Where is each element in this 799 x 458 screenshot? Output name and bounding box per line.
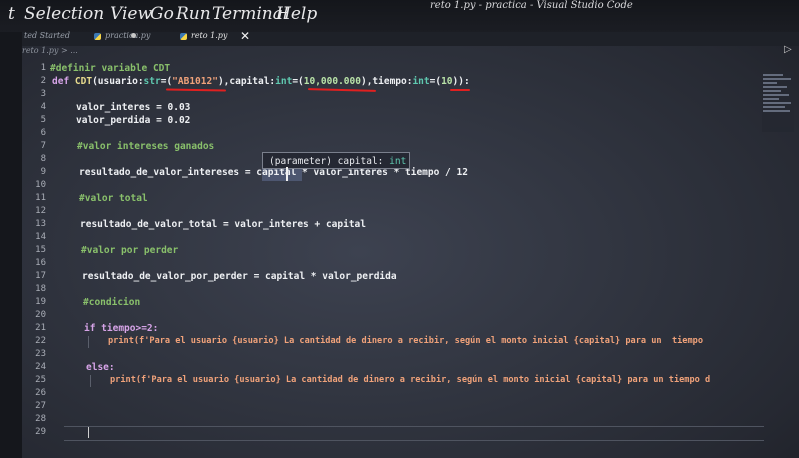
tooltip-text: (parameter) capital: <box>269 156 384 167</box>
line-number: 19 <box>35 297 46 307</box>
line-number: 4 <box>40 102 46 112</box>
code-token: =( <box>160 76 173 87</box>
code-line[interactable]: #valor por perder <box>81 245 178 256</box>
parameter-hover-tooltip: (parameter) capital: int <box>262 152 410 169</box>
code-line[interactable]: resultado_de_valor_total = valor_interes… <box>80 219 366 230</box>
line-number: 20 <box>35 310 46 320</box>
line-number: 11 <box>35 193 46 203</box>
line-number: 22 <box>35 336 46 346</box>
indent-guide <box>90 375 91 387</box>
code-token: 10,000.000 <box>303 76 361 87</box>
line-number: 16 <box>35 258 46 268</box>
line-number: 17 <box>35 271 46 281</box>
line-number: 12 <box>35 206 46 216</box>
code-line[interactable]: valor_interes = 0.03 <box>76 102 190 113</box>
code-line[interactable]: print(f'Para el usuario {usuario} La can… <box>108 336 703 346</box>
tab-practica[interactable]: practica.py <box>94 31 150 40</box>
code-line[interactable]: #valor intereses ganados <box>77 141 214 152</box>
run-icon[interactable]: ▷ <box>784 44 792 55</box>
line-number: 28 <box>35 414 46 424</box>
tab-get-started[interactable]: ted Started <box>24 31 70 40</box>
menu-help[interactable]: Help <box>276 4 317 24</box>
code-token: ),tiempo: <box>360 76 413 87</box>
code-line-def[interactable]: def CDT(usuario:str=("AB1012"),capital:i… <box>52 76 470 87</box>
red-underline-mark <box>307 88 377 92</box>
code-token: 10 <box>441 76 453 87</box>
code-token: str <box>143 76 161 87</box>
line-number: 13 <box>35 219 46 229</box>
menu-bar: t Selection View Go Run Terminal Help re… <box>0 0 799 32</box>
line-number: 25 <box>35 375 46 385</box>
line-number: 23 <box>35 349 46 359</box>
line-number: 2 <box>40 76 46 86</box>
line-number: 1 <box>40 63 46 73</box>
code-token: ),capital: <box>217 76 276 87</box>
line-number: 8 <box>40 154 46 164</box>
code-line[interactable]: resultado_de_valor_por_perder = capital … <box>82 271 397 282</box>
unsaved-dot-icon <box>131 33 136 38</box>
code-token: =( <box>429 76 442 87</box>
code-token: int <box>412 76 430 87</box>
menu-edit-partial[interactable]: t <box>8 4 15 24</box>
menu-run[interactable]: Run <box>176 4 211 24</box>
red-underline-mark <box>450 89 470 91</box>
line-number: 24 <box>35 362 46 372</box>
code-token: def <box>52 76 75 87</box>
menu-view[interactable]: View <box>110 4 152 24</box>
python-file-icon <box>180 32 187 40</box>
current-line-highlight <box>64 426 764 441</box>
line-number: 14 <box>35 232 46 242</box>
code-line[interactable]: else: <box>86 362 115 373</box>
code-line[interactable]: valor_perdida = 0.02 <box>76 115 190 126</box>
line-number: 29 <box>35 427 46 437</box>
line-number: 9 <box>40 167 46 177</box>
code-token: CDT <box>74 76 93 87</box>
line-number: 3 <box>40 89 46 99</box>
line-number: 18 <box>35 284 46 294</box>
breadcrumb[interactable]: reto 1.py > ... <box>22 46 78 55</box>
screen-bezel <box>0 0 22 458</box>
text-cursor-icon <box>286 167 288 181</box>
menu-selection[interactable]: Selection <box>24 4 104 24</box>
code-line[interactable]: #condicion <box>83 297 140 308</box>
code-line[interactable]: if tiempo>=2: <box>84 323 158 334</box>
python-file-icon <box>94 32 101 40</box>
tab-reto1[interactable]: reto 1.py <box>180 31 227 40</box>
line-number: 10 <box>35 180 46 190</box>
line-number: 5 <box>40 115 46 125</box>
window-title: reto 1.py - practica - Visual Studio Cod… <box>430 0 633 11</box>
tooltip-type: int <box>389 156 407 167</box>
line-number: 26 <box>35 388 46 398</box>
line-number: 21 <box>35 323 46 333</box>
minimap[interactable] <box>762 72 794 132</box>
code-token: (usuario: <box>92 76 144 87</box>
code-token: "AB1012" <box>172 76 218 87</box>
close-icon[interactable]: ✕ <box>240 29 250 43</box>
code-token: int <box>275 76 293 87</box>
vscode-screen: t Selection View Go Run Terminal Help re… <box>0 0 799 458</box>
line-number: 7 <box>40 141 46 151</box>
code-line[interactable]: #definir variable CDT <box>50 63 170 74</box>
code-token: =( <box>292 76 304 87</box>
code-line[interactable]: print(f'Para el usuario {usuario} La can… <box>110 375 710 385</box>
line-number: 15 <box>35 245 46 255</box>
code-line[interactable]: #valor total <box>79 193 148 204</box>
text-caret <box>88 427 89 438</box>
tab-label: practica.py <box>105 31 151 40</box>
code-token: )): <box>452 76 470 87</box>
tab-label: reto 1.py <box>191 31 228 40</box>
indent-guide <box>88 336 89 348</box>
menu-go[interactable]: Go <box>150 4 174 24</box>
red-underline-mark <box>165 88 227 92</box>
line-number: 6 <box>40 128 46 138</box>
line-number: 27 <box>35 401 46 411</box>
